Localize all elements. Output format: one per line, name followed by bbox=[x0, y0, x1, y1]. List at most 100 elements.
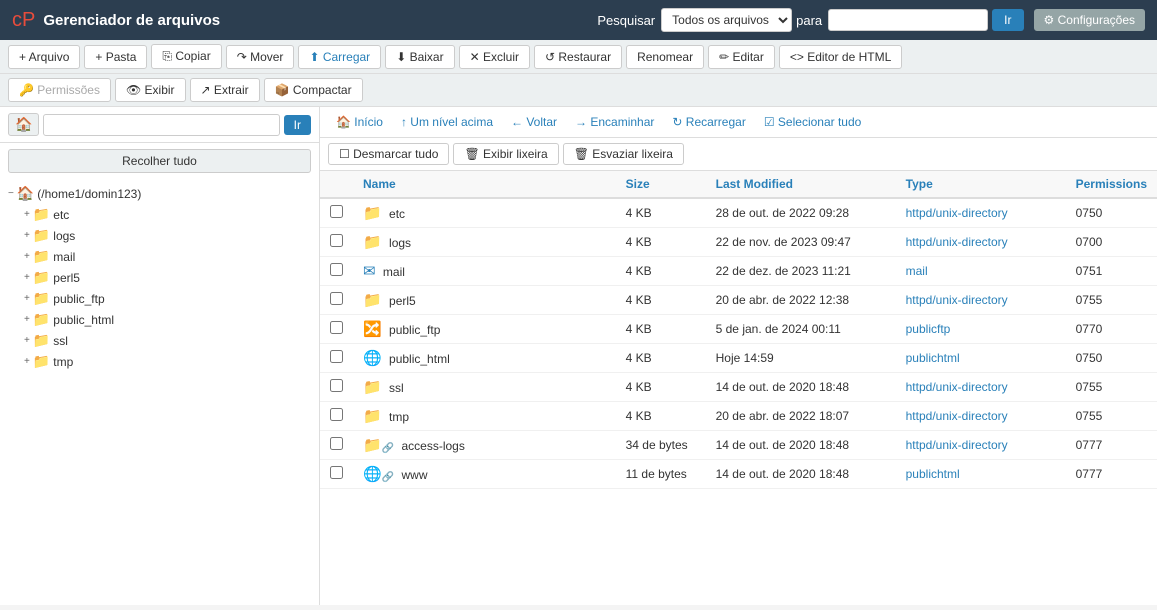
row-check-0[interactable] bbox=[330, 205, 343, 218]
empty-trash-btn[interactable]: 🗑 Esvaziar lixeira bbox=[563, 143, 684, 165]
row-checkbox-0[interactable] bbox=[320, 198, 353, 228]
nav-forward-btn[interactable]: → Encaminhar bbox=[567, 112, 662, 132]
table-row[interactable]: 🔀 public_ftp 4 KB 5 de jan. de 2024 00:1… bbox=[320, 315, 1157, 344]
view-trash-btn[interactable]: 🗑 Exibir lixeira bbox=[453, 143, 558, 165]
config-button[interactable]: ⚙ Configurações bbox=[1034, 9, 1145, 31]
html-editor-btn[interactable]: <> Editor de HTML bbox=[779, 45, 902, 69]
edit-btn[interactable]: ✏ Editar bbox=[708, 45, 775, 69]
row-perms-6: 0755 bbox=[1066, 373, 1157, 402]
tree-item-perl5[interactable]: + 📁 perl5 bbox=[8, 267, 311, 288]
tree-root-item[interactable]: − 🏠 (/home1/domin123) bbox=[8, 183, 311, 204]
download-btn[interactable]: ⬇ Baixar bbox=[385, 45, 454, 69]
col-size[interactable]: Size bbox=[616, 171, 706, 198]
tree-item-ssl[interactable]: + 📁 ssl bbox=[8, 330, 311, 351]
upload-btn[interactable]: ⬆ Carregar bbox=[298, 45, 381, 69]
tree-label-public-ftp: public_ftp bbox=[53, 292, 104, 306]
row-check-9[interactable] bbox=[330, 466, 343, 479]
move-btn[interactable]: ↷ Mover bbox=[226, 45, 295, 69]
compact-btn[interactable]: 📦 Compactar bbox=[264, 78, 363, 102]
top-bar: cP Gerenciador de arquivos Pesquisar Tod… bbox=[0, 0, 1157, 40]
new-file-btn[interactable]: + Arquivo bbox=[8, 45, 80, 69]
toolbar1: + Arquivo + Pasta ⎘ Copiar ↷ Mover ⬆ Car… bbox=[0, 40, 1157, 74]
col-type[interactable]: Type bbox=[896, 171, 1066, 198]
deselect-all-btn[interactable]: ☐ Desmarcar tudo bbox=[328, 143, 449, 165]
new-folder-btn[interactable]: + Pasta bbox=[84, 45, 147, 69]
row-date-8: 14 de out. de 2020 18:48 bbox=[706, 431, 896, 460]
search-type-select[interactable]: Todos os arquivos Apenas nomes bbox=[661, 8, 792, 32]
row-checkbox-2[interactable] bbox=[320, 257, 353, 286]
col-permissions[interactable]: Permissions bbox=[1066, 171, 1157, 198]
row-name-5: 🌐 public_html bbox=[353, 344, 616, 373]
row-check-4[interactable] bbox=[330, 321, 343, 334]
row-checkbox-6[interactable] bbox=[320, 373, 353, 402]
tree-item-tmp[interactable]: + 📁 tmp bbox=[8, 351, 311, 372]
row-check-2[interactable] bbox=[330, 263, 343, 276]
row-perms-4: 0770 bbox=[1066, 315, 1157, 344]
table-row[interactable]: 🌐 public_html 4 KB Hoje 14:59 publichtml… bbox=[320, 344, 1157, 373]
row-size-9: 11 de bytes bbox=[616, 460, 706, 489]
sidebar-ir-btn[interactable]: Ir bbox=[284, 115, 311, 135]
rename-btn[interactable]: Renomear bbox=[626, 45, 704, 69]
permissions-btn[interactable]: 🔑 Permissões bbox=[8, 78, 111, 102]
row-check-8[interactable] bbox=[330, 437, 343, 450]
row-checkbox-9[interactable] bbox=[320, 460, 353, 489]
collapse-btn[interactable]: Recolher tudo bbox=[8, 149, 311, 173]
tree-item-mail[interactable]: + 📁 mail bbox=[8, 246, 311, 267]
nav-select-all-btn[interactable]: ☑ Selecionar tudo bbox=[756, 112, 869, 132]
table-row[interactable]: 📁 perl5 4 KB 20 de abr. de 2022 12:38 ht… bbox=[320, 286, 1157, 315]
nav-back-btn[interactable]: ← Voltar bbox=[503, 112, 565, 132]
row-size-6: 4 KB bbox=[616, 373, 706, 402]
nav-reload-btn[interactable]: ↻ Recarregar bbox=[664, 112, 753, 132]
row-check-1[interactable] bbox=[330, 234, 343, 247]
action-bar: ☐ Desmarcar tudo 🗑 Exibir lixeira 🗑 Esva… bbox=[320, 138, 1157, 171]
sidebar-home-btn[interactable]: 🏠 bbox=[8, 113, 39, 136]
table-row[interactable]: ✉ mail 4 KB 22 de dez. de 2023 11:21 mai… bbox=[320, 257, 1157, 286]
row-size-3: 4 KB bbox=[616, 286, 706, 315]
nav-home-btn[interactable]: 🏠 Início bbox=[328, 112, 391, 132]
restore-btn[interactable]: ↺ Restaurar bbox=[534, 45, 622, 69]
row-date-6: 14 de out. de 2020 18:48 bbox=[706, 373, 896, 402]
row-checkbox-3[interactable] bbox=[320, 286, 353, 315]
row-check-3[interactable] bbox=[330, 292, 343, 305]
tree-item-logs[interactable]: + 📁 logs bbox=[8, 225, 311, 246]
expand-icon: + bbox=[24, 293, 30, 304]
view-btn[interactable]: 👁 Exibir bbox=[115, 78, 186, 102]
row-checkbox-8[interactable] bbox=[320, 431, 353, 460]
folder-link-icon: 📁🔗 bbox=[363, 439, 394, 453]
mail-icon: ✉ bbox=[363, 265, 376, 279]
row-checkbox-5[interactable] bbox=[320, 344, 353, 373]
table-row[interactable]: 📁🔗 access-logs 34 de bytes 14 de out. de… bbox=[320, 431, 1157, 460]
row-date-1: 22 de nov. de 2023 09:47 bbox=[706, 228, 896, 257]
expand-icon: + bbox=[24, 230, 30, 241]
row-check-7[interactable] bbox=[330, 408, 343, 421]
row-perms-1: 0700 bbox=[1066, 228, 1157, 257]
row-checkbox-4[interactable] bbox=[320, 315, 353, 344]
table-row[interactable]: 📁 ssl 4 KB 14 de out. de 2020 18:48 http… bbox=[320, 373, 1157, 402]
tree-item-etc[interactable]: + 📁 etc bbox=[8, 204, 311, 225]
copy-btn[interactable]: ⎘ Copiar bbox=[151, 44, 221, 69]
file-name-3: perl5 bbox=[389, 294, 416, 308]
col-name[interactable]: Name bbox=[353, 171, 616, 198]
search-input[interactable] bbox=[828, 9, 988, 31]
row-date-4: 5 de jan. de 2024 00:11 bbox=[706, 315, 896, 344]
table-row[interactable]: 📁 etc 4 KB 28 de out. de 2022 09:28 http… bbox=[320, 198, 1157, 228]
delete-btn[interactable]: ✕ Excluir bbox=[459, 45, 530, 69]
table-row[interactable]: 📁 tmp 4 KB 20 de abr. de 2022 18:07 http… bbox=[320, 402, 1157, 431]
nav-up-btn[interactable]: ↑ Um nível acima bbox=[393, 112, 501, 132]
row-checkbox-1[interactable] bbox=[320, 228, 353, 257]
folder-icon: 📁 bbox=[363, 294, 382, 308]
file-name-7: tmp bbox=[389, 410, 409, 424]
search-go-button[interactable]: Ir bbox=[992, 9, 1023, 31]
tree-item-public-html[interactable]: + 📁 public_html bbox=[8, 309, 311, 330]
col-modified[interactable]: Last Modified bbox=[706, 171, 896, 198]
folder-icon: 📁 bbox=[33, 332, 50, 349]
table-row[interactable]: 🌐🔗 www 11 de bytes 14 de out. de 2020 18… bbox=[320, 460, 1157, 489]
table-row[interactable]: 📁 logs 4 KB 22 de nov. de 2023 09:47 htt… bbox=[320, 228, 1157, 257]
file-name-8: access-logs bbox=[401, 439, 464, 453]
row-checkbox-7[interactable] bbox=[320, 402, 353, 431]
tree-item-public-ftp[interactable]: + 📁 public_ftp bbox=[8, 288, 311, 309]
row-check-6[interactable] bbox=[330, 379, 343, 392]
extract-btn[interactable]: ↗ Extrair bbox=[190, 78, 260, 102]
sidebar-path-input[interactable] bbox=[43, 114, 279, 136]
row-check-5[interactable] bbox=[330, 350, 343, 363]
